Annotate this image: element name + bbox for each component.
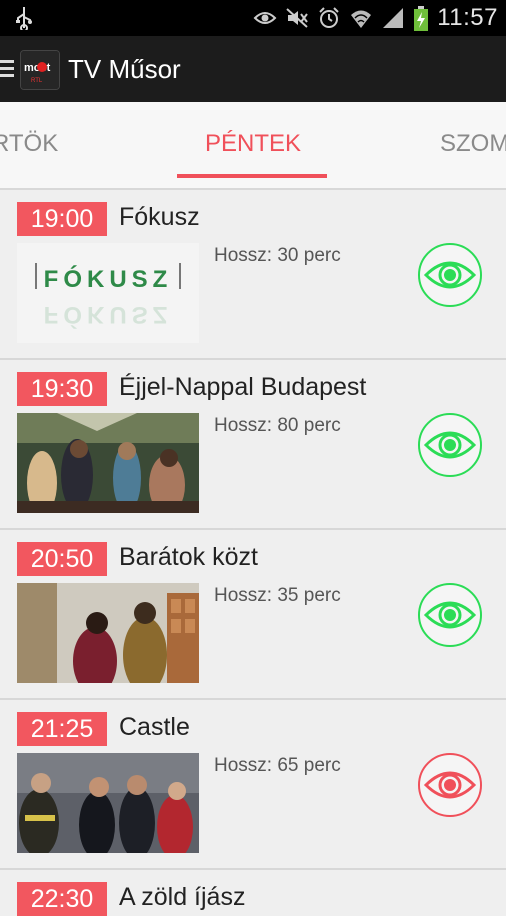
program-item[interactable]: 19:30 Éjjel-Nappal Budapest Hossz: 80 pe… <box>0 360 506 530</box>
program-thumbnail <box>17 413 199 513</box>
app-logo[interactable]: most RTL <box>20 50 60 90</box>
program-thumbnail <box>17 753 199 853</box>
svg-text:FÓKUSZ: FÓKUSZ <box>44 301 173 329</box>
eye-icon <box>423 771 477 799</box>
program-list[interactable]: 19:00 Fókusz FÓKUSZ FÓKUSZ Hossz: 30 per… <box>0 190 506 916</box>
eye-icon <box>253 6 277 30</box>
wifi-icon <box>349 6 373 30</box>
tab-previous-day[interactable]: RTÖK <box>0 130 58 158</box>
eye-icon <box>423 601 477 629</box>
time-badge: 22:30 <box>17 882 107 916</box>
program-item[interactable]: 21:25 Castle Hossz: 65 perc <box>0 700 506 870</box>
program-duration: Hossz: 65 perc <box>214 755 341 776</box>
program-title: Éjjel-Nappal Budapest <box>119 373 367 401</box>
watch-button[interactable] <box>418 753 482 817</box>
program-item[interactable]: 20:50 Barátok közt Hossz: 35 perc <box>0 530 506 700</box>
eye-icon <box>423 431 477 459</box>
program-duration: Hossz: 80 perc <box>214 415 341 436</box>
program-title: Barátok közt <box>119 543 258 571</box>
program-thumbnail <box>17 583 199 683</box>
program-thumbnail: FÓKUSZ FÓKUSZ <box>17 243 199 343</box>
watch-button[interactable] <box>418 243 482 307</box>
program-title: Fókusz <box>119 203 200 231</box>
alarm-icon <box>317 6 341 30</box>
tab-current-day[interactable]: PÉNTEK <box>205 130 301 158</box>
svg-text:FÓKUSZ: FÓKUSZ <box>44 265 173 293</box>
program-title: A zöld íjász <box>119 883 246 911</box>
watch-button[interactable] <box>418 413 482 477</box>
program-title: Castle <box>119 713 190 741</box>
tab-indicator <box>177 174 327 178</box>
action-bar: most RTL TV Műsor <box>0 36 506 102</box>
status-bar: 11:57 <box>0 0 506 36</box>
eye-icon <box>423 261 477 289</box>
clock-time: 11:57 <box>437 4 498 31</box>
day-tabs: RTÖK PÉNTEK SZOM <box>0 102 506 190</box>
usb-icon <box>14 6 34 35</box>
watch-button[interactable] <box>418 583 482 647</box>
app-title: TV Műsor <box>68 54 181 84</box>
time-badge: 21:25 <box>17 712 107 746</box>
battery-charging-icon <box>413 6 429 31</box>
time-badge: 19:00 <box>17 202 107 236</box>
signal-icon <box>381 6 405 30</box>
program-item[interactable]: 22:30 A zöld íjász <box>0 870 506 916</box>
mute-icon <box>285 6 309 30</box>
tab-next-day[interactable]: SZOM <box>440 130 506 158</box>
program-item[interactable]: 19:00 Fókusz FÓKUSZ FÓKUSZ Hossz: 30 per… <box>0 190 506 360</box>
hamburger-menu-icon[interactable] <box>0 58 14 78</box>
program-duration: Hossz: 30 perc <box>214 245 341 266</box>
time-badge: 19:30 <box>17 372 107 406</box>
svg-text:RTL: RTL <box>31 78 43 84</box>
time-badge: 20:50 <box>17 542 107 576</box>
program-duration: Hossz: 35 perc <box>214 585 341 606</box>
